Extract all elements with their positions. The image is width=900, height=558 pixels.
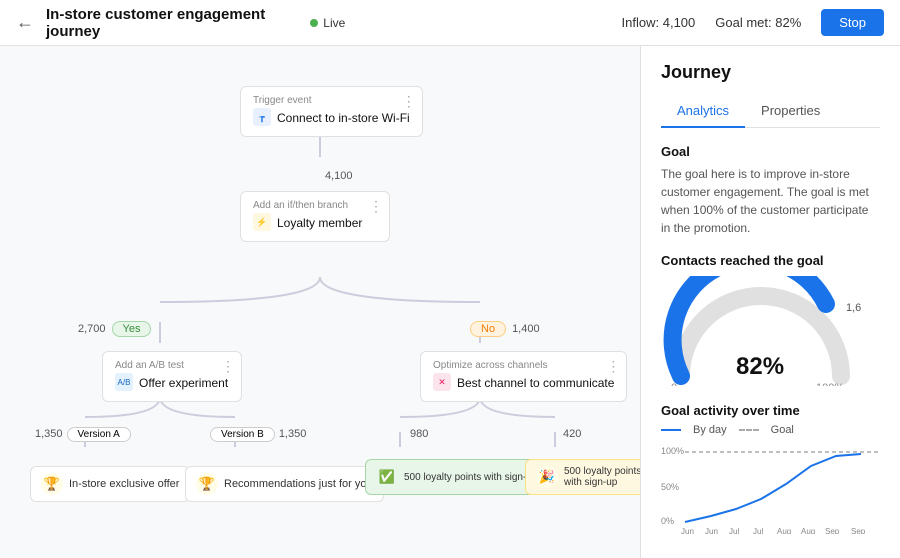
branch-menu-icon[interactable]: ⋮ [369, 198, 383, 215]
goal-met-label: Goal met: 82% [715, 15, 801, 30]
loyalty-1-card: ✅ 500 loyalty points with sign-up [365, 459, 548, 495]
back-button[interactable]: ← [16, 12, 34, 33]
goal-description: The goal here is to improve in-store cus… [661, 165, 880, 237]
svg-text:Jun: Jun [681, 527, 694, 534]
activity-title: Goal activity over time [661, 403, 880, 418]
offer-1-card: 🏆 In-store exclusive offer [30, 466, 190, 502]
ab-icon: A/B [115, 373, 133, 391]
live-dot-icon [310, 19, 318, 27]
optimize-menu-icon[interactable]: ⋮ [606, 358, 620, 375]
svg-text:Jul: Jul [729, 527, 739, 534]
goal-dash-icon [739, 429, 759, 431]
ab-test-node: Add an A/B test A/B Offer experiment ⋮ [102, 351, 242, 402]
by-day-line-icon [661, 429, 681, 431]
optimize-icon: ✕ [433, 373, 451, 391]
branch-node: Add an if/then branch ⚡ Loyalty member ⋮ [240, 191, 390, 242]
trigger-node: Trigger event ┲ Connect to in-store Wi-F… [240, 86, 423, 137]
right-panel: Journey Analytics Properties Goal The go… [640, 46, 900, 558]
offer-icon-1: 🏆 [41, 473, 63, 495]
no-badge: No [470, 321, 506, 337]
branch-icon: ⚡ [253, 213, 271, 231]
line-chart: 100% 50% 0% Jun 15 Jun 30 Jul 15 Jul 30 [661, 444, 881, 534]
offer-2-card: 🏆 Recommendations just for you [185, 466, 384, 502]
page-title: In-store customer engagement journey [46, 6, 298, 40]
svg-text:82%: 82% [736, 353, 784, 380]
tab-properties[interactable]: Properties [745, 95, 836, 128]
trigger-menu-icon[interactable]: ⋮ [402, 93, 416, 110]
goal-section-title: Goal [661, 144, 880, 159]
version-b-group: Version B 1,350 [210, 424, 306, 444]
wifi-icon: ┲ [253, 108, 271, 126]
svg-text:0%: 0% [661, 516, 674, 526]
journey-canvas: Trigger event ┲ Connect to in-store Wi-F… [0, 46, 640, 558]
version-a-group: 1,350 Version A [35, 424, 131, 444]
no-opt-num: 420 [563, 428, 581, 440]
opt-num: 980 [410, 428, 428, 440]
svg-text:100%: 100% [661, 446, 684, 456]
contacts-title: Contacts reached the goal [661, 253, 880, 268]
svg-text:Jun: Jun [705, 527, 718, 534]
svg-text:100%: 100% [816, 382, 844, 386]
svg-text:Sep: Sep [851, 527, 866, 534]
svg-text:0: 0 [671, 382, 677, 386]
ab-menu-icon[interactable]: ⋮ [221, 358, 235, 375]
panel-title: Journey [661, 62, 880, 83]
yes-badge: Yes [112, 321, 152, 337]
panel-tabs: Analytics Properties [661, 95, 880, 128]
version-b-badge: Version B [210, 427, 275, 442]
svg-text:50%: 50% [661, 482, 679, 492]
loyalty-icon-2: 🎉 [536, 466, 558, 488]
offer-icon-2: 🏆 [196, 473, 218, 495]
svg-text:1,680: 1,680 [846, 302, 861, 314]
live-badge: Live [310, 16, 345, 30]
inflow-number: 4,100 [325, 170, 353, 182]
no-branch: No 1,400 [470, 319, 540, 339]
version-a-badge: Version A [67, 427, 131, 442]
stop-button[interactable]: Stop [821, 9, 884, 36]
svg-text:Aug: Aug [801, 527, 815, 534]
gauge-chart: 0 100% 1,680 82% [661, 276, 861, 386]
loyalty-icon-1: ✅ [376, 466, 398, 488]
svg-text:Aug: Aug [777, 527, 791, 534]
inflow-label: Inflow: 4,100 [622, 15, 696, 30]
yes-branch: 2,700 Yes [78, 319, 151, 339]
loyalty-2-card: 🎉 500 loyalty points with sign-up [525, 459, 640, 495]
svg-text:Sep: Sep [825, 527, 840, 534]
tab-analytics[interactable]: Analytics [661, 95, 745, 128]
optimize-node: Optimize across channels ✕ Best channel … [420, 351, 627, 402]
svg-text:Jul: Jul [753, 527, 763, 534]
chart-legend: By day Goal [661, 424, 880, 436]
